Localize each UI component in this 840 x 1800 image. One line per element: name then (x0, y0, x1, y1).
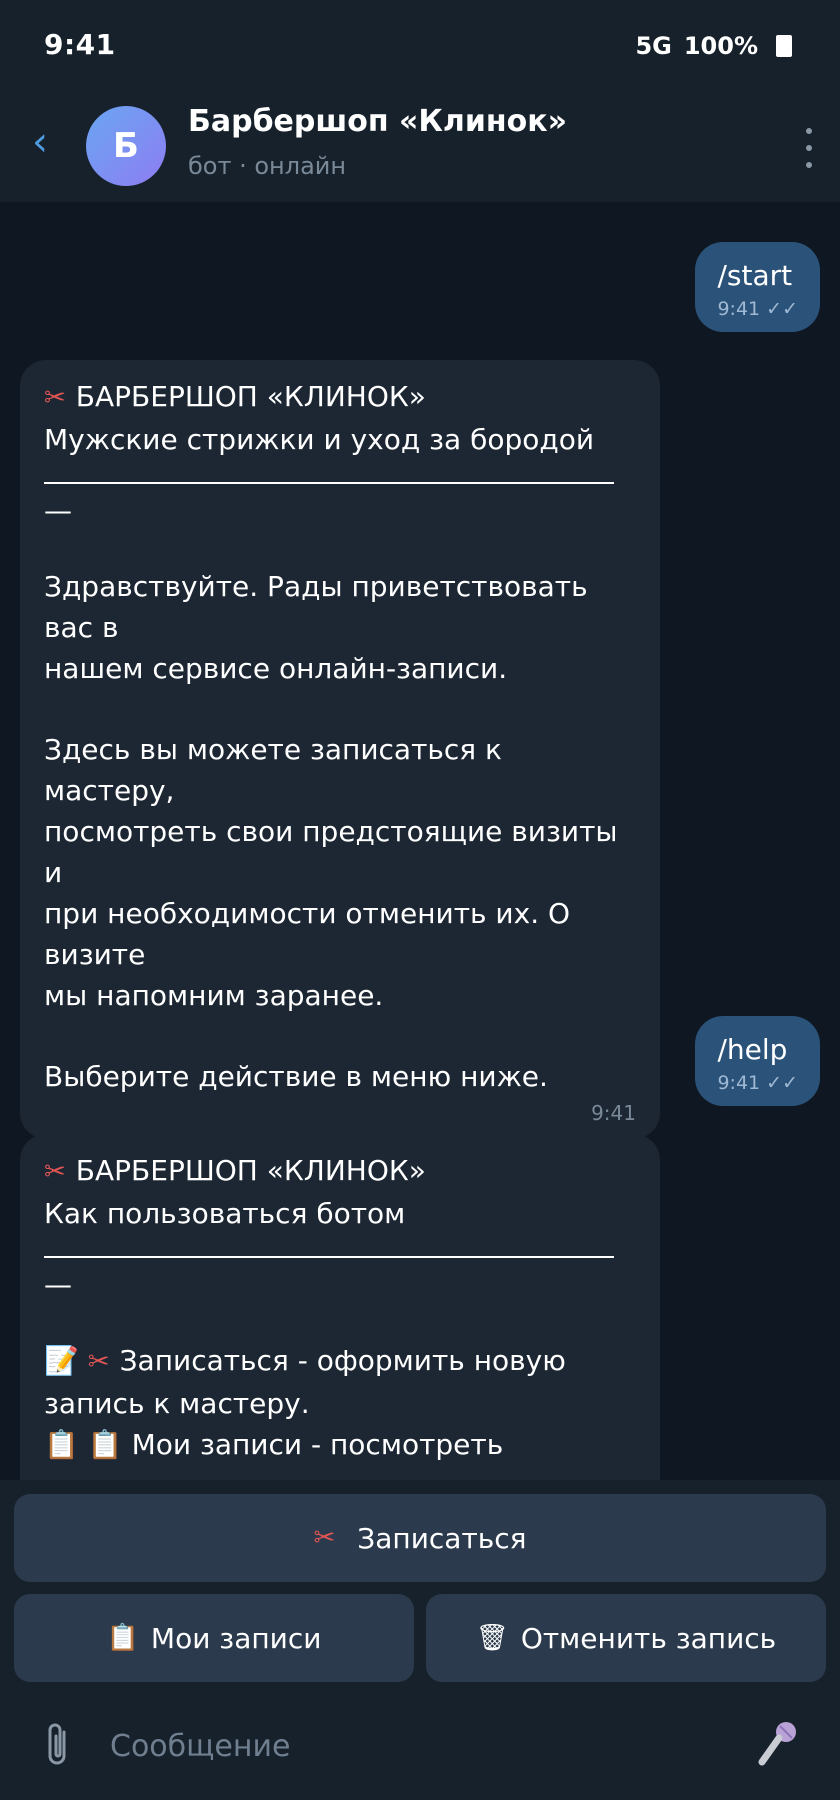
message-text: /help (717, 1033, 788, 1066)
network-indicator: 5G (635, 32, 672, 60)
book-button[interactable]: ✂ Записаться (14, 1494, 826, 1582)
reply-keyboard: ✂ Записаться 📋 Мои записи 🗑 Отменить зап… (0, 1480, 840, 1690)
trash-icon: 🗑 (475, 1623, 509, 1653)
message-heading: ✂ БАРБЕРШОП «КЛИНОК» (44, 1150, 636, 1193)
scissors-icon: ✂ (44, 383, 66, 413)
message-time: 9:41 ✓✓ (717, 1072, 798, 1094)
message-paragraph: Здравствуйте. Рады приветствовать вас в … (44, 570, 588, 685)
message-time: 9:41 (591, 1101, 636, 1125)
incoming-message[interactable]: ✂ БАРБЕРШОП «КЛИНОК» Как пользоваться бот… (20, 1134, 660, 1480)
scissors-icon: ✂ (44, 1157, 66, 1187)
message-list[interactable]: /start 9:41 ✓✓ ✂ БАРБЕРШОП «КЛИНОК» Мужск… (0, 202, 840, 1480)
divider (44, 1256, 614, 1258)
my-bookings-button-label: Мои записи (150, 1621, 322, 1655)
incoming-message[interactable]: ✂ БАРБЕРШОП «КЛИНОК» Мужские стрижки и ух… (20, 360, 660, 1139)
cancel-booking-button-label: Отменить запись (520, 1621, 777, 1655)
paperclip-icon[interactable] (40, 1722, 76, 1770)
clipboard-icon: 📋 (87, 1428, 123, 1461)
chat-header: ‹ Б Барбершоп «Клинок» бот · онлайн (0, 92, 840, 202)
kebab-menu-icon[interactable] (802, 128, 816, 168)
chat-title[interactable]: Барбершоп «Клинок» (188, 104, 567, 139)
status-time: 9:41 (44, 28, 116, 61)
message-text: /start (717, 259, 793, 292)
clipboard-icon: 📋 (106, 1623, 139, 1653)
divider-dash: — (44, 494, 72, 527)
microphone-icon[interactable] (754, 1716, 804, 1772)
message-input-bar (0, 1690, 840, 1800)
divider-dash: — (44, 1268, 72, 1301)
help-item-bookings: 📋 📋 Мои записи - посмотреть (44, 1428, 504, 1461)
memo-icon: 📝 (44, 1344, 79, 1377)
message-subheading: Как пользоваться ботом (44, 1197, 406, 1230)
help-item-book: 📝 ✂ Записаться - оформить новую запись к … (44, 1344, 566, 1420)
outgoing-message[interactable]: /start 9:41 ✓✓ (695, 242, 820, 332)
battery-icon (776, 35, 792, 57)
scissors-icon: ✂ (87, 1347, 110, 1377)
back-chevron-icon[interactable]: ‹ (18, 122, 62, 166)
message-time: 9:41 ✓✓ (717, 298, 798, 320)
message-subheading: Мужские стрижки и уход за бородой (44, 423, 595, 456)
clipboard-icon: 📋 (44, 1428, 79, 1461)
message-heading: ✂ БАРБЕРШОП «КЛИНОК» (44, 376, 636, 419)
divider (44, 482, 614, 484)
status-indicators: 5G 100% (635, 32, 792, 60)
status-bar: 9:41 5G 100% (0, 0, 840, 92)
my-bookings-button[interactable]: 📋 Мои записи (14, 1594, 414, 1682)
avatar[interactable]: Б (86, 106, 166, 186)
message-paragraph: Здесь вы можете записаться к мастеру, по… (44, 733, 618, 1012)
chat-subtitle: бот · онлайн (188, 152, 347, 180)
cancel-booking-button[interactable]: 🗑 Отменить запись (426, 1594, 826, 1682)
message-input[interactable] (110, 1718, 710, 1774)
message-paragraph: Выберите действие в меню ниже. (44, 1060, 548, 1093)
battery-percent: 100% (683, 32, 758, 60)
outgoing-message[interactable]: /help 9:41 ✓✓ (695, 1016, 820, 1106)
scissors-icon: ✂ (313, 1523, 336, 1553)
book-button-label: Записаться (357, 1521, 527, 1555)
